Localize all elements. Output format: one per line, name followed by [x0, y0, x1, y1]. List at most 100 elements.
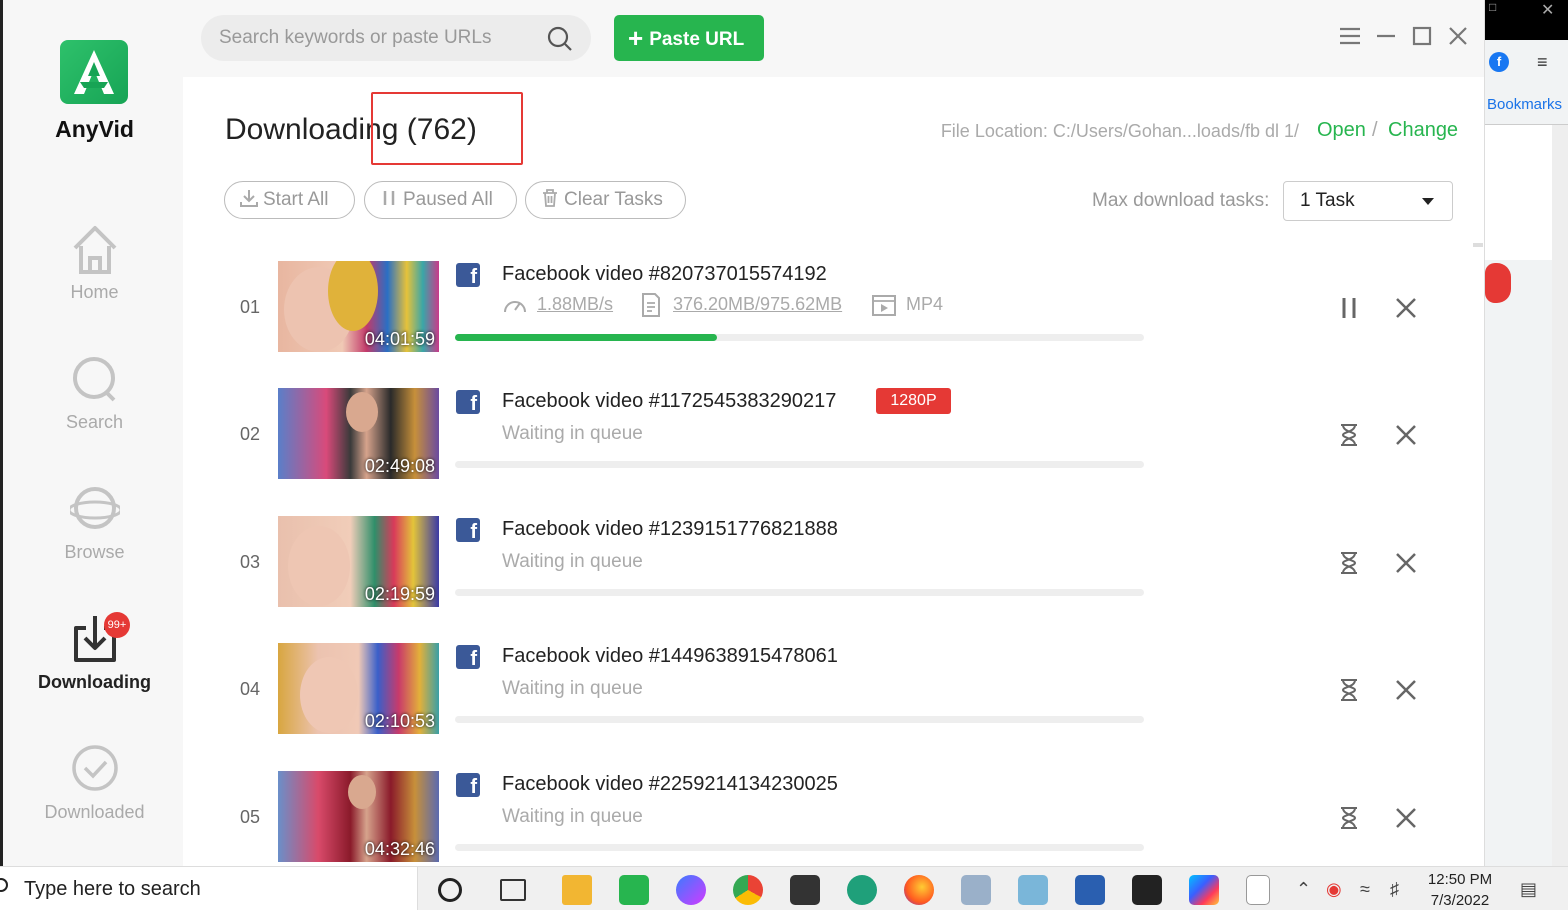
notes-app-icon[interactable]: [1018, 875, 1048, 905]
facebook-icon: f: [456, 263, 480, 287]
change-folder-link[interactable]: Change: [1388, 119, 1458, 142]
video-thumbnail[interactable]: 04:32:46: [278, 771, 439, 862]
clear-tasks-label: Clear Tasks: [564, 189, 663, 210]
paste-url-button[interactable]: + Paste URL: [614, 15, 764, 61]
maximize-icon[interactable]: [1408, 22, 1436, 50]
highlight-annotation-box: [371, 92, 523, 165]
anyvid-taskbar-icon[interactable]: [619, 875, 649, 905]
video-duration: 04:32:46: [364, 839, 435, 859]
nav-home-label: Home: [70, 282, 119, 302]
nav-search-label: Search: [65, 412, 124, 432]
thumbnail-face: [288, 526, 350, 606]
nav-downloaded-label: Downloaded: [44, 802, 145, 822]
taskbar-clock[interactable]: 12:50 PM 7/3/2022: [1410, 869, 1510, 910]
firefox-icon[interactable]: [904, 875, 934, 905]
nav-home[interactable]: Home: [3, 220, 186, 303]
start-all-button[interactable]: Start All: [224, 181, 355, 219]
paste-url-label: Paste URL: [649, 29, 745, 50]
record-icon[interactable]: ◉: [1326, 879, 1342, 900]
planet-icon: [69, 487, 120, 529]
browser-scrollbar[interactable]: [1552, 125, 1568, 910]
browser-close-icon[interactable]: ✕: [1541, 0, 1554, 20]
video-title: Facebook video #1172545383290217: [502, 390, 837, 412]
blank-document-icon[interactable]: [1246, 875, 1270, 905]
anyvid-logo-icon: [60, 40, 128, 104]
max-tasks-select[interactable]: 1 Task: [1283, 181, 1453, 221]
start-all-label: Start All: [263, 189, 329, 210]
close-icon[interactable]: [1444, 22, 1472, 50]
chevron-down-icon: [1422, 198, 1434, 205]
pause-icon: [383, 191, 395, 205]
video-duration: 02:10:53: [364, 711, 435, 731]
wifi-icon[interactable]: ≈: [1360, 879, 1370, 900]
nav-search[interactable]: Search: [3, 350, 186, 433]
hourglass-icon[interactable]: [1336, 805, 1362, 831]
menu-icon[interactable]: [1336, 22, 1364, 50]
file-explorer-icon[interactable]: [562, 875, 592, 905]
remove-task-button[interactable]: [1393, 805, 1419, 831]
task-view-icon[interactable]: [500, 879, 526, 901]
check-circle-icon: [71, 745, 118, 791]
remove-task-button[interactable]: [1393, 550, 1419, 576]
nav-browse[interactable]: Browse: [3, 480, 186, 563]
hourglass-icon[interactable]: [1336, 422, 1362, 448]
queue-status: Waiting in queue: [502, 806, 643, 827]
monitor-app-icon[interactable]: [961, 875, 991, 905]
video-duration: 04:01:59: [364, 329, 435, 349]
remove-task-button[interactable]: [1393, 422, 1419, 448]
speed-gauge-icon: [504, 301, 526, 313]
thumbnail-face: [348, 775, 376, 809]
open-folder-link[interactable]: Open: [1317, 119, 1366, 142]
chrome-icon[interactable]: [733, 875, 763, 905]
downloading-count-badge: 99+: [104, 612, 130, 638]
video-thumbnail[interactable]: 02:10:53: [278, 643, 439, 734]
nav-downloaded[interactable]: Downloaded: [3, 740, 186, 823]
nav-downloading[interactable]: Downloading: [3, 610, 186, 693]
play-store-icon[interactable]: [1189, 875, 1219, 905]
taskbar-search-input[interactable]: [24, 871, 404, 907]
video-thumbnail[interactable]: 04:01:59: [278, 261, 439, 352]
search-input[interactable]: [219, 15, 539, 61]
video-thumbnail[interactable]: 02:19:59: [278, 516, 439, 607]
clear-tasks-button[interactable]: Clear Tasks: [525, 181, 686, 219]
hourglass-icon[interactable]: [1336, 677, 1362, 703]
remove-task-button[interactable]: [1393, 677, 1419, 703]
search-box: [201, 15, 591, 61]
paused-all-button[interactable]: Paused All: [364, 181, 517, 219]
text-editor-icon[interactable]: [1075, 875, 1105, 905]
queue-status: Waiting in queue: [502, 423, 643, 444]
thumbnail-face: [300, 657, 358, 733]
browser-restore-icon[interactable]: □: [1489, 0, 1496, 14]
background-browser-window: □ ✕ f ≡ Bookmarks: [1484, 0, 1568, 910]
search-icon[interactable]: [547, 26, 573, 52]
file-size-icon: [642, 293, 660, 317]
reading-list-icon[interactable]: ≡: [1537, 52, 1548, 73]
task-view-circle-icon[interactable]: [438, 878, 462, 902]
facebook-icon: f: [456, 645, 480, 669]
notifications-icon[interactable]: ▤: [1520, 879, 1537, 900]
pause-button[interactable]: [1336, 295, 1362, 321]
hourglass-icon[interactable]: [1336, 550, 1362, 576]
video-format: MP4: [906, 294, 944, 314]
downloader-app-icon[interactable]: [847, 875, 877, 905]
windows-taskbar: ⌃ ◉ ≈ ♯ 12:50 PM 7/3/2022 ▤: [0, 866, 1568, 910]
notion-icon[interactable]: [1132, 875, 1162, 905]
chevron-up-icon[interactable]: ⌃: [1296, 879, 1311, 900]
browser-titlebar: □ ✕: [1485, 0, 1568, 40]
anyvid-window: AnyVid Home Search Browse Downloading 99…: [0, 0, 1484, 866]
minimize-icon[interactable]: [1372, 22, 1400, 50]
facebook-extension-icon[interactable]: f: [1489, 52, 1509, 72]
download-row: 03 02:19:59 f Facebook video #1239151776…: [183, 516, 1484, 644]
video-title: Facebook video #820737015574192: [502, 263, 827, 285]
bookmarks-label[interactable]: Bookmarks: [1485, 96, 1568, 113]
list-scrollbar[interactable]: [1473, 243, 1483, 247]
messenger-icon[interactable]: [676, 875, 706, 905]
queue-status: Waiting in queue: [502, 551, 643, 572]
taskbar-search: [0, 867, 418, 910]
video-recorder-icon[interactable]: [790, 875, 820, 905]
link-separator: /: [1372, 119, 1378, 141]
remove-task-button[interactable]: [1393, 295, 1419, 321]
max-tasks-label: Max download tasks:: [1092, 190, 1270, 211]
video-thumbnail[interactable]: 02:49:08: [278, 388, 439, 479]
volume-icon[interactable]: ♯: [1390, 879, 1399, 900]
